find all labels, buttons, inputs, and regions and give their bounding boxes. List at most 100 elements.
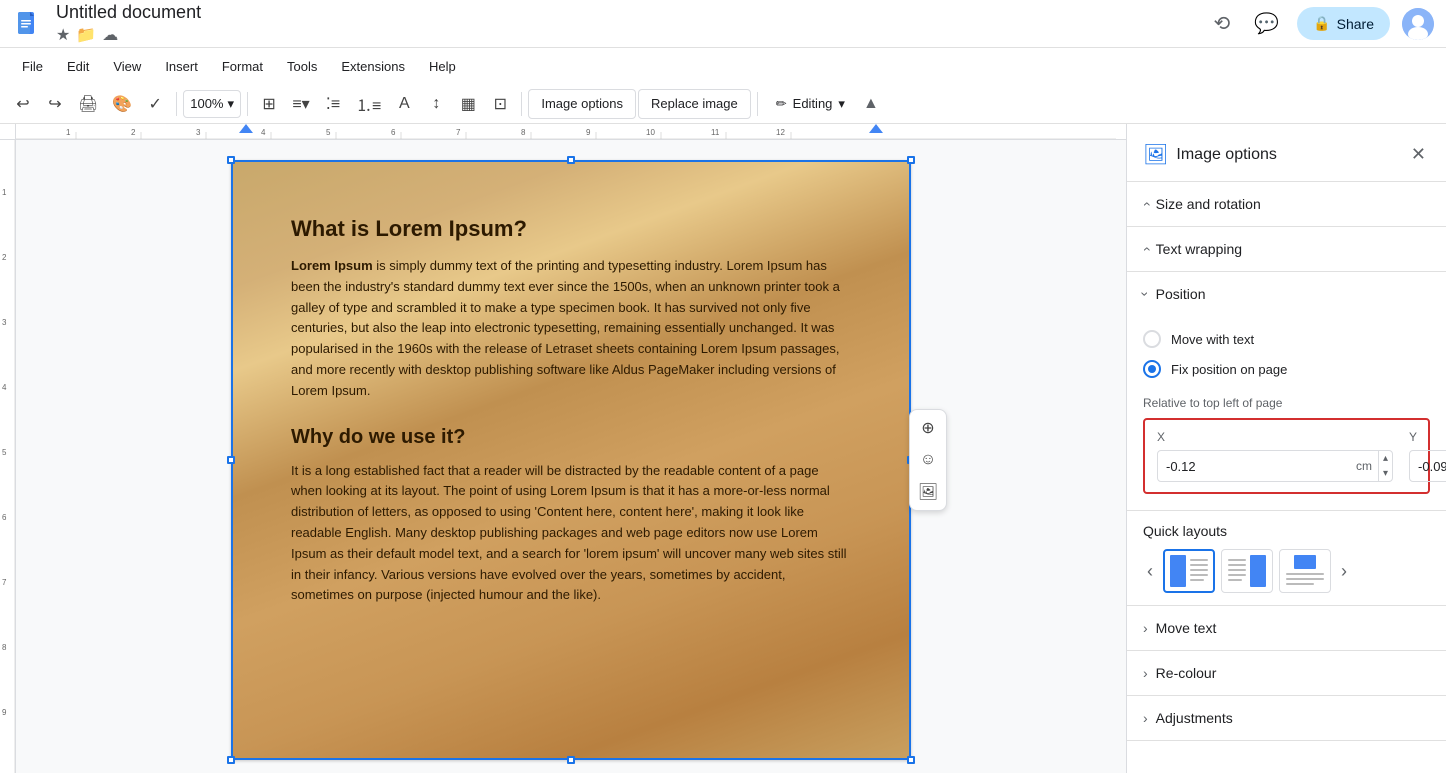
layouts-next-button[interactable]: ›	[1337, 557, 1351, 586]
doc-area: What is Lorem Ipsum? Lorem Ipsum is simp…	[16, 140, 1126, 773]
float-image-button[interactable]: 🖼	[914, 478, 942, 506]
size-rotation-header[interactable]: › Size and rotation	[1127, 182, 1446, 226]
side-panel-close-button[interactable]: ✕	[1407, 140, 1430, 169]
x-input[interactable]	[1158, 455, 1350, 478]
svg-text:4: 4	[2, 383, 7, 392]
bold-lorem: Lorem Ipsum	[291, 258, 373, 273]
x-stepper-up[interactable]: ▴	[1379, 451, 1392, 466]
spellcheck-button[interactable]: ✓	[140, 89, 170, 119]
side-panel-header: 🖼 Image options ✕	[1127, 124, 1446, 182]
main-area: 1 2 3 4 5 6 7 8 9 10 11 12	[0, 124, 1446, 773]
y-input[interactable]	[1410, 455, 1446, 478]
resize-handle-tl[interactable]	[227, 156, 235, 164]
menu-tools[interactable]: Tools	[277, 55, 327, 78]
adjustments-row[interactable]: › Adjustments	[1127, 696, 1446, 741]
image-options-button[interactable]: Image options	[528, 89, 636, 119]
float-add-button[interactable]: ⊕	[914, 414, 942, 442]
resize-handle-br[interactable]	[907, 756, 915, 764]
size-rotation-chevron: ›	[1137, 202, 1153, 207]
redo-button[interactable]: ↪	[40, 89, 70, 119]
size-rotation-label: Size and rotation	[1156, 196, 1430, 212]
bullet-list-button[interactable]: ⁚≡	[318, 89, 348, 119]
menu-view[interactable]: View	[103, 55, 151, 78]
x-steppers: ▴ ▾	[1378, 451, 1392, 481]
paragraph1-text: is simply dummy text of the printing and…	[291, 258, 840, 398]
menu-edit[interactable]: Edit	[57, 55, 99, 78]
svg-text:6: 6	[391, 128, 396, 137]
text-wrapping-header[interactable]: › Text wrapping	[1127, 227, 1446, 271]
numbered-list-button[interactable]: ⒈≡	[350, 89, 387, 119]
zoom-selector[interactable]: 100% ▾	[183, 90, 241, 118]
quick-layouts-label: Quick layouts	[1143, 523, 1430, 539]
menu-insert[interactable]: Insert	[155, 55, 208, 78]
folder-icon[interactable]: 📁	[76, 25, 96, 45]
toolbar-collapse-button[interactable]: ▲	[859, 91, 883, 117]
layout-option-1[interactable]	[1163, 549, 1215, 593]
cloud-icon[interactable]: ☁	[102, 25, 118, 45]
position-fields-box: X cm ▴ ▾ Y	[1143, 418, 1430, 494]
fix-position-option[interactable]: Fix position on page	[1143, 354, 1430, 384]
svg-text:2: 2	[2, 253, 7, 262]
print-button[interactable]: 🖨	[72, 89, 104, 119]
layouts-prev-button[interactable]: ‹	[1143, 557, 1157, 586]
svg-text:1: 1	[66, 128, 71, 137]
history-button[interactable]: ⟲	[1208, 5, 1237, 42]
star-icon[interactable]: ★	[56, 25, 70, 45]
layout-option-2[interactable]	[1221, 549, 1273, 593]
svg-text:9: 9	[2, 708, 7, 717]
side-panel: 🖼 Image options ✕ › Size and rotation › …	[1126, 124, 1446, 773]
floating-toolbar: ⊕ ☺ 🖼	[909, 409, 947, 511]
menu-format[interactable]: Format	[212, 55, 273, 78]
document-page: What is Lorem Ipsum? Lorem Ipsum is simp…	[231, 160, 911, 760]
svg-text:3: 3	[2, 318, 7, 327]
y-input-wrap: cm ▴ ▾	[1409, 450, 1446, 482]
styles-button[interactable]: ≡▾	[286, 89, 316, 119]
editing-button[interactable]: ✏ Editing ▾	[764, 89, 857, 119]
text-wrapping-label: Text wrapping	[1156, 241, 1430, 257]
highlight-button[interactable]: A	[389, 89, 419, 119]
x-stepper-down[interactable]: ▾	[1379, 466, 1392, 481]
resize-handle-tr[interactable]	[907, 156, 915, 164]
y-label: Y	[1409, 430, 1446, 444]
move-with-text-option[interactable]: Move with text	[1143, 324, 1430, 354]
adjustments-chevron: ›	[1143, 710, 1148, 726]
move-text-row[interactable]: › Move text	[1127, 606, 1446, 651]
ruler-corner	[0, 124, 16, 140]
recolour-row[interactable]: › Re-colour	[1127, 651, 1446, 696]
svg-text:5: 5	[326, 128, 331, 137]
crop-button[interactable]: ⊡	[485, 89, 515, 119]
horizontal-ruler: 1 2 3 4 5 6 7 8 9 10 11 12	[16, 124, 1126, 140]
position-header[interactable]: › Position	[1127, 272, 1446, 316]
replace-image-button[interactable]: Replace image	[638, 89, 751, 119]
page-wrapper: What is Lorem Ipsum? Lorem Ipsum is simp…	[231, 160, 911, 760]
resize-handle-tc[interactable]	[567, 156, 575, 164]
resize-handle-ml[interactable]	[227, 456, 235, 464]
layout-option-3[interactable]	[1279, 549, 1331, 593]
resize-handle-bc[interactable]	[567, 756, 575, 764]
columns-button[interactable]: ▦	[453, 89, 483, 119]
line-spacing-button[interactable]: ↕	[421, 89, 451, 119]
adjustments-label: Adjustments	[1156, 710, 1430, 726]
top-bar: Untitled document ★ 📁 ☁ ⟲ 💬 🔒 Share	[0, 0, 1446, 48]
paint-format-button[interactable]: 🎨	[106, 89, 138, 119]
svg-text:2: 2	[131, 128, 136, 137]
svg-text:1: 1	[2, 188, 7, 197]
resize-handle-bl[interactable]	[227, 756, 235, 764]
float-emoji-button[interactable]: ☺	[914, 446, 942, 474]
menu-help[interactable]: Help	[419, 55, 466, 78]
paragraph1: Lorem Ipsum is simply dummy text of the …	[291, 256, 851, 402]
svg-text:5: 5	[2, 448, 7, 457]
comments-button[interactable]: 💬	[1248, 5, 1285, 42]
menu-extensions[interactable]: Extensions	[331, 55, 415, 78]
svg-text:3: 3	[196, 128, 201, 137]
menu-file[interactable]: File	[12, 55, 53, 78]
size-rotation-section: › Size and rotation	[1127, 182, 1446, 227]
y-field: Y cm ▴ ▾	[1409, 430, 1446, 482]
fix-position-radio[interactable]	[1143, 360, 1161, 378]
replace-image-label: Replace image	[651, 96, 738, 111]
doc-title[interactable]: Untitled document	[56, 2, 201, 23]
share-button[interactable]: 🔒 Share	[1297, 7, 1390, 40]
undo-button[interactable]: ↩	[8, 89, 38, 119]
move-with-text-radio[interactable]	[1143, 330, 1161, 348]
add-page-button[interactable]: ⊞	[254, 89, 284, 119]
